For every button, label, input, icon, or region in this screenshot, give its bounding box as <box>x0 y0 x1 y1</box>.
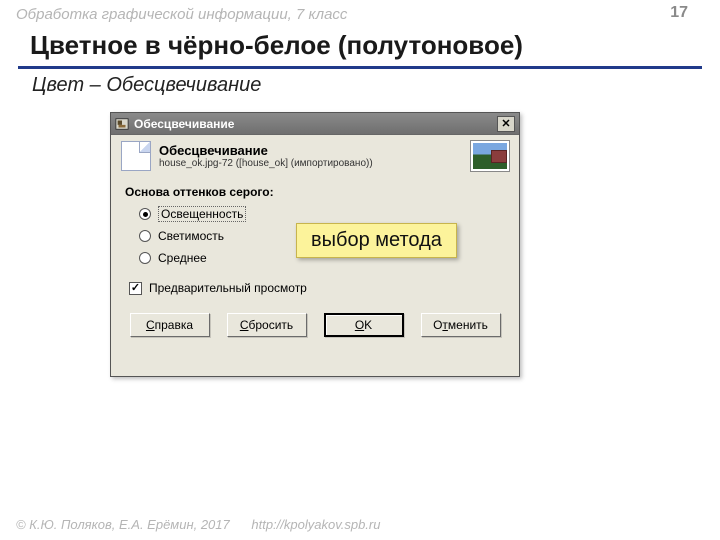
radio-icon <box>139 230 151 242</box>
dialog-header-title: Обесцвечивание <box>159 143 463 158</box>
footer-link: http://kpolyakov.spb.ru <box>251 517 380 532</box>
dialog-header: Обесцвечивание house_ok.jpg-72 ([house_o… <box>111 135 519 175</box>
radio-label: Освещенность <box>158 206 246 222</box>
preview-thumbnail <box>471 141 509 171</box>
checkbox-icon <box>129 282 142 295</box>
radio-label: Среднее <box>158 251 207 265</box>
checkbox-label: Предварительный просмотр <box>149 281 307 295</box>
dialog-titlebar[interactable]: Обесцвечивание ✕ <box>111 113 519 135</box>
footer-copyright: © К.Ю. Поляков, Е.А. Ерёмин, 2017 <box>16 517 230 532</box>
dialog-header-subtitle: house_ok.jpg-72 ([house_ok] (импортирова… <box>159 158 463 169</box>
radio-lightness[interactable]: Освещенность <box>111 203 519 225</box>
footer: © К.Ю. Поляков, Е.А. Ерёмин, 2017 http:/… <box>16 517 380 532</box>
dialog-button-row: Справка Сбросить OK Отменить <box>111 299 519 337</box>
close-icon: ✕ <box>501 117 510 130</box>
ok-button[interactable]: OK <box>324 313 404 337</box>
dialog-header-texts: Обесцвечивание house_ok.jpg-72 ([house_o… <box>159 143 463 169</box>
page-number: 17 <box>670 4 688 22</box>
slide-title: Цветное в чёрно-белое (полутоновое) <box>30 30 523 61</box>
help-button[interactable]: Справка <box>130 313 210 337</box>
cancel-button[interactable]: Отменить <box>421 313 501 337</box>
radio-icon <box>139 252 151 264</box>
radio-icon <box>139 208 151 220</box>
file-icon <box>121 141 151 171</box>
group-label: Основа оттенков серого: <box>111 175 519 203</box>
course-header: Обработка графической информации, 7 клас… <box>16 6 347 23</box>
reset-button[interactable]: Сбросить <box>227 313 307 337</box>
slide-subtitle: Цвет – Обесцвечивание <box>32 74 261 97</box>
checkbox-preview[interactable]: Предварительный просмотр <box>111 269 519 299</box>
radio-label: Светимость <box>158 229 224 243</box>
title-divider <box>18 66 702 69</box>
close-button[interactable]: ✕ <box>497 116 515 132</box>
dialog-titlebar-text: Обесцвечивание <box>134 117 497 131</box>
app-icon <box>115 117 129 131</box>
callout-method: выбор метода <box>296 223 457 258</box>
